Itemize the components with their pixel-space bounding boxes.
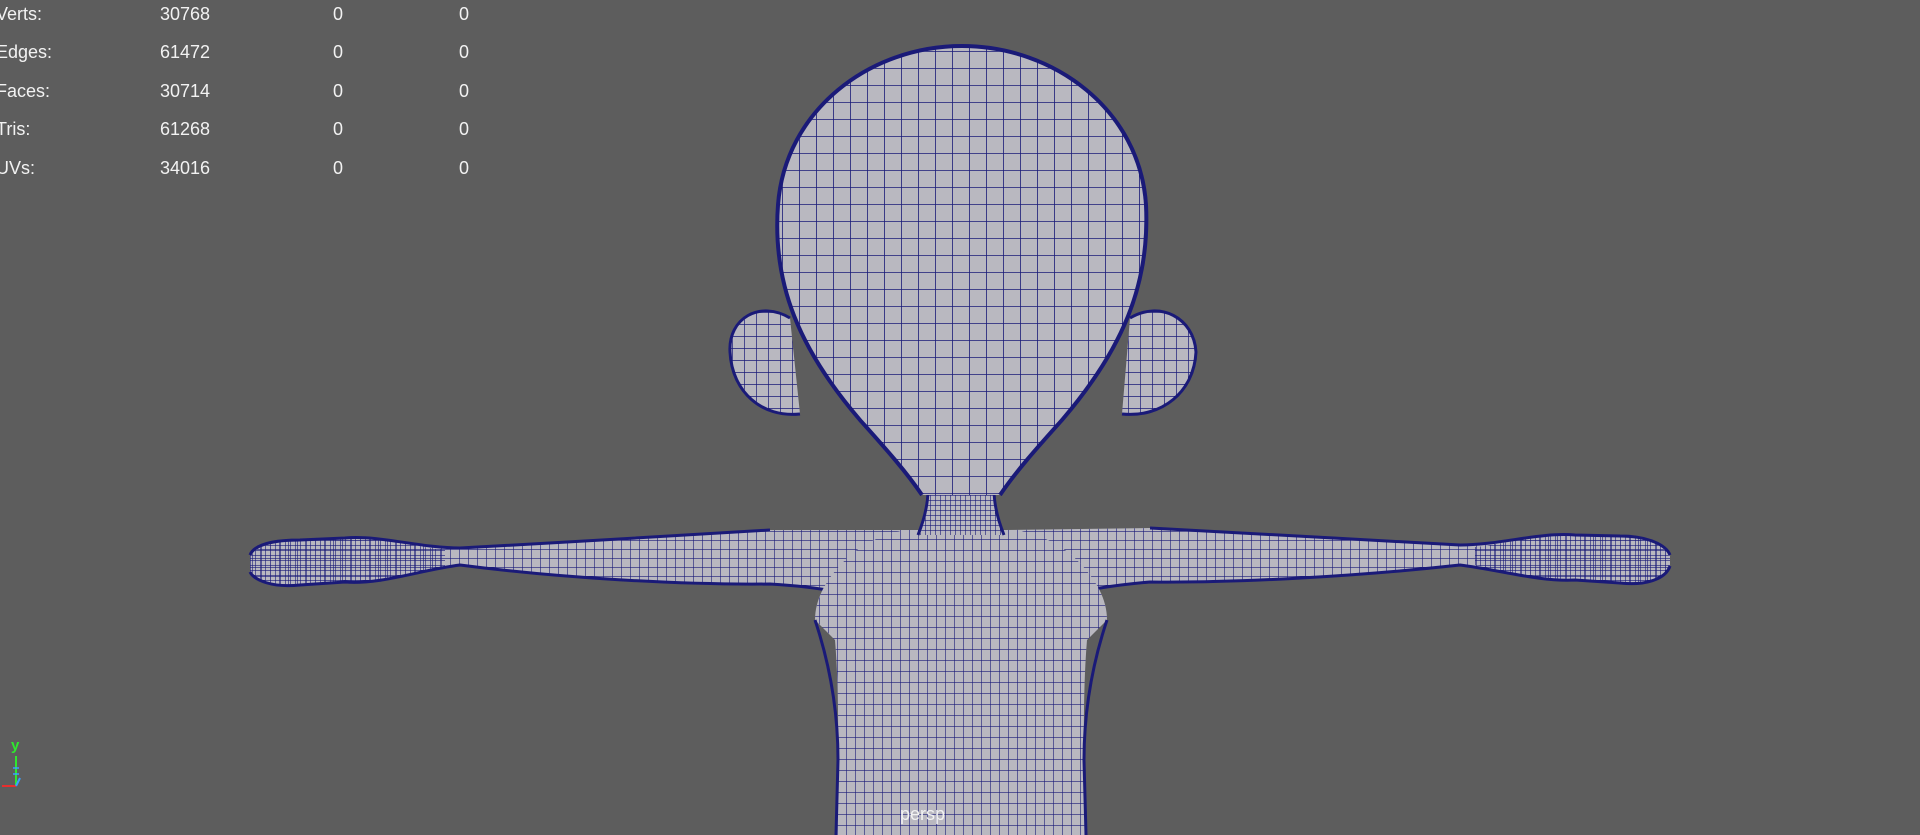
hud-row-faces: Faces: 30714 0 0: [0, 79, 500, 103]
hud-selected: 0: [333, 119, 344, 139]
torso[interactable]: [813, 530, 1109, 835]
hud-label: Tris:: [0, 119, 31, 139]
hud-total: 34016: [160, 158, 211, 178]
poly-count-hud: Verts: 30768 0 0 Edges: 61472 0 0 Faces:…: [0, 0, 520, 190]
hud-label: Edges:: [0, 42, 53, 62]
right-ear[interactable]: [1121, 309, 1198, 416]
head[interactable]: [775, 44, 1149, 497]
hud-row-edges: Edges: 61472 0 0: [0, 40, 500, 64]
hud-total: 61268: [160, 119, 211, 139]
hud-label: Verts:: [0, 4, 43, 24]
hud-row-verts: Verts: 30768 0 0: [0, 2, 500, 26]
hud-selected-component: 0: [459, 4, 470, 24]
axis-lines: [2, 756, 21, 787]
left-ear[interactable]: [728, 309, 801, 416]
hud-selected-component: 0: [459, 42, 470, 62]
xyz-axis-gizmo-icon: y: [2, 738, 42, 792]
hud-selected: 0: [333, 158, 344, 178]
hud-selected: 0: [333, 81, 344, 101]
hud-label: UVs:: [0, 158, 36, 178]
hud-row-tris: Tris: 61268 0 0: [0, 117, 500, 141]
hud-selected-component: 0: [459, 119, 470, 139]
hud-row-uvs: UVs: 34016 0 0: [0, 156, 500, 180]
hud-selected-component: 0: [459, 81, 470, 101]
perspective-viewport[interactable]: Verts: 30768 0 0 Edges: 61472 0 0 Faces:…: [0, 0, 1920, 835]
hud-selected: 0: [333, 4, 344, 24]
hud-selected: 0: [333, 42, 344, 62]
hud-total: 30768: [160, 4, 211, 24]
hud-label: Faces:: [0, 81, 51, 101]
hud-total: 61472: [160, 42, 211, 62]
hud-total: 30714: [160, 81, 211, 101]
hud-selected-component: 0: [459, 158, 470, 178]
camera-name-label: persp: [900, 804, 946, 824]
